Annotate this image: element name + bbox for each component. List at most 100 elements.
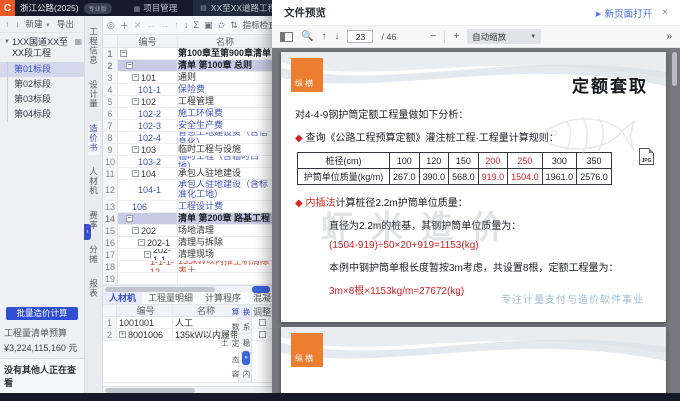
eye-icon[interactable]: ◎ bbox=[107, 20, 115, 31]
bottom-tab-人材机[interactable]: 人材机 bbox=[103, 292, 142, 305]
expand-handle[interactable]: » bbox=[242, 351, 250, 365]
horizontal-scrollbar[interactable] bbox=[103, 285, 272, 292]
collapse-toggle-icon[interactable]: − bbox=[144, 251, 151, 258]
table-row[interactable]: 12104-1承包人驻地建设（含标准化工地） bbox=[103, 180, 272, 201]
batch-calc-button[interactable]: 批量造价计算 bbox=[6, 307, 78, 320]
sort-icon[interactable]: ⇅ bbox=[230, 20, 238, 31]
preview-scrollbar[interactable] bbox=[672, 50, 678, 391]
column-header-code[interactable]: 编号 bbox=[118, 35, 178, 47]
scrollbar-thumb[interactable] bbox=[105, 287, 215, 292]
sidebar-section-item[interactable]: 第02标段 bbox=[0, 77, 84, 92]
bottom-tab-混凝土拌和[interactable]: 混凝土拌和 bbox=[247, 292, 272, 305]
sidebar-section-item[interactable]: 第01标段 bbox=[0, 62, 84, 77]
row-code: 106 bbox=[132, 202, 147, 212]
page-up-icon[interactable]: ↑ bbox=[321, 31, 326, 42]
checkbox-icon[interactable] bbox=[259, 319, 266, 326]
expand-toggle-icon[interactable]: + bbox=[119, 331, 126, 338]
adjust-checkbox-row[interactable] bbox=[252, 317, 272, 329]
move-down-icon[interactable]: ↓ bbox=[15, 19, 19, 29]
adjust-checkbox-row[interactable] bbox=[252, 329, 272, 341]
collapse-toggle-icon[interactable]: − bbox=[126, 62, 133, 69]
table-row[interactable]: 14−清单 第200章 路基工程 bbox=[103, 213, 272, 225]
page-down-icon[interactable]: ↓ bbox=[334, 31, 339, 42]
collapse-toggle-icon[interactable]: − bbox=[120, 50, 127, 57]
table-row[interactable]: 1−第100章至第900章清单 bbox=[103, 48, 272, 60]
collapse-toggle-icon[interactable]: − bbox=[126, 215, 133, 222]
indicator-check-button[interactable]: 指标检查 bbox=[243, 19, 272, 31]
column-header-name[interactable]: 名称 bbox=[173, 305, 238, 316]
collapse-toggle-icon[interactable]: − bbox=[132, 74, 139, 81]
add-icon[interactable]: ＋ bbox=[120, 19, 129, 32]
collapse-toggle-icon[interactable]: − bbox=[132, 98, 139, 105]
table-row[interactable]: 16−202-1清理与拆除 bbox=[103, 237, 272, 249]
collapse-toggle-icon[interactable]: − bbox=[138, 239, 145, 246]
collapse-toggle-icon[interactable]: − bbox=[132, 146, 139, 153]
move-up-icon[interactable]: ↑ bbox=[5, 19, 9, 29]
resource-code-cell: 1001001 bbox=[117, 318, 173, 328]
search-icon[interactable]: 🔍 bbox=[301, 31, 313, 42]
bottom-scrollbar[interactable] bbox=[103, 386, 272, 393]
sidebar-section-item[interactable]: 第04标段 bbox=[0, 107, 84, 122]
zoom-mode-select[interactable]: 自动缩放▼ bbox=[467, 29, 541, 44]
menu-project-management[interactable]: ▦项目管理 bbox=[134, 2, 178, 14]
vertical-tab-工程信息[interactable]: 工程信息 bbox=[88, 24, 100, 68]
left-icon[interactable]: ← bbox=[146, 20, 155, 30]
close-preview-icon[interactable]: × bbox=[662, 7, 668, 18]
tree-root-node[interactable]: ▼ 1XX国道XX至XX段工程 ▦ bbox=[0, 36, 84, 62]
scrollbar-handle[interactable] bbox=[252, 286, 270, 293]
zoom-out-icon[interactable]: − bbox=[430, 31, 436, 42]
table-row[interactable]: 9−103临时工程与设施 bbox=[103, 144, 272, 156]
document-viewport[interactable]: 纵横 定额套取 对4-4-9钢护筒定额工程量做如下分析： ◆ 查询《公路工程预算… bbox=[272, 48, 680, 393]
toggle-thumbnails-icon[interactable] bbox=[280, 32, 293, 42]
table-row[interactable]: 5−102工程管理 bbox=[103, 96, 272, 108]
checkbox-icon[interactable] bbox=[259, 331, 266, 338]
scrollbar-thumb[interactable] bbox=[672, 52, 677, 86]
table-row[interactable]: 13106工程设计费 bbox=[103, 201, 272, 213]
open-new-page-link[interactable]: ➤新页面打开 bbox=[594, 6, 652, 20]
column-header-name[interactable]: 名称 bbox=[178, 35, 272, 47]
page-total-label: / 46 bbox=[381, 32, 396, 42]
row-code: 202 bbox=[141, 226, 156, 236]
table-row[interactable]: 15−202场地清理 bbox=[103, 225, 272, 237]
bottom-tab-工程量明细[interactable]: 工程量明细 bbox=[142, 292, 199, 305]
right-icon[interactable]: → bbox=[160, 20, 169, 30]
sum-icon[interactable]: Σ bbox=[193, 20, 199, 30]
favorite-icon[interactable]: ✩ bbox=[218, 20, 226, 31]
table-row[interactable]: 181-1-1-12135kW以内推土机清除表土 bbox=[103, 261, 272, 273]
collapse-toggle-icon[interactable]: − bbox=[132, 227, 139, 234]
vertical-tab-人材机[interactable]: 人材机 bbox=[88, 164, 100, 199]
page-number-input[interactable]: 23 bbox=[347, 30, 373, 43]
collapse-toggle-icon[interactable]: − bbox=[132, 170, 139, 177]
sidebar-section-item[interactable]: 第03标段 bbox=[0, 92, 84, 107]
vertical-tab-分摊[interactable]: 分摊 bbox=[88, 242, 100, 267]
table-row[interactable]: 7102-3安全生产费 bbox=[103, 120, 272, 132]
table-row[interactable]: 3−101通则 bbox=[103, 72, 272, 84]
panel-icon[interactable]: ▣ bbox=[204, 20, 213, 31]
app-title: 浙江公路(2025) bbox=[20, 2, 79, 14]
vertical-tab-设计量[interactable]: 设计量 bbox=[88, 77, 100, 112]
table-row[interactable]: 4101-1保险费 bbox=[103, 84, 272, 96]
down-icon[interactable]: ↓ bbox=[184, 20, 189, 30]
row-code: 202-1-1 bbox=[153, 249, 177, 260]
zoom-in-icon[interactable]: + bbox=[453, 31, 459, 42]
new-button[interactable]: 新建 ▼ bbox=[26, 18, 51, 30]
up-icon[interactable]: ↑ bbox=[174, 20, 179, 30]
vertical-tab-报表[interactable]: 报表 bbox=[88, 276, 100, 301]
table-row[interactable]: 19 bbox=[103, 273, 272, 285]
table-row[interactable]: 17−202-1-1清理现场 bbox=[103, 249, 272, 261]
collapse-sidebar-icon[interactable]: ‹ bbox=[84, 224, 91, 240]
table-row[interactable]: 8102-4智慧工地建设费（含信息化） bbox=[103, 132, 272, 144]
table-row[interactable]: 10103-2临时工程（含临时占地） bbox=[103, 156, 272, 168]
column-header-code[interactable]: 编号 bbox=[117, 305, 173, 316]
table-row[interactable]: 6102-2施工环保费 bbox=[103, 108, 272, 120]
table-row[interactable]: 2−清单 第100章 总则 bbox=[103, 60, 272, 72]
document-icon: ▤ bbox=[200, 4, 207, 12]
bottom-tab-计算程序[interactable]: 计算程序 bbox=[199, 292, 247, 305]
caret-down-icon[interactable]: ▼ bbox=[4, 39, 10, 60]
export-button[interactable]: 导出 bbox=[57, 18, 74, 30]
vertical-tab-造价书[interactable]: 造价书 bbox=[88, 121, 100, 156]
more-tools-icon[interactable]: » bbox=[666, 31, 672, 42]
row-code: 104-1 bbox=[138, 185, 161, 195]
table-row[interactable]: 11−104承包人驻地建设 bbox=[103, 168, 272, 180]
delete-icon[interactable]: ✕ bbox=[134, 20, 142, 31]
